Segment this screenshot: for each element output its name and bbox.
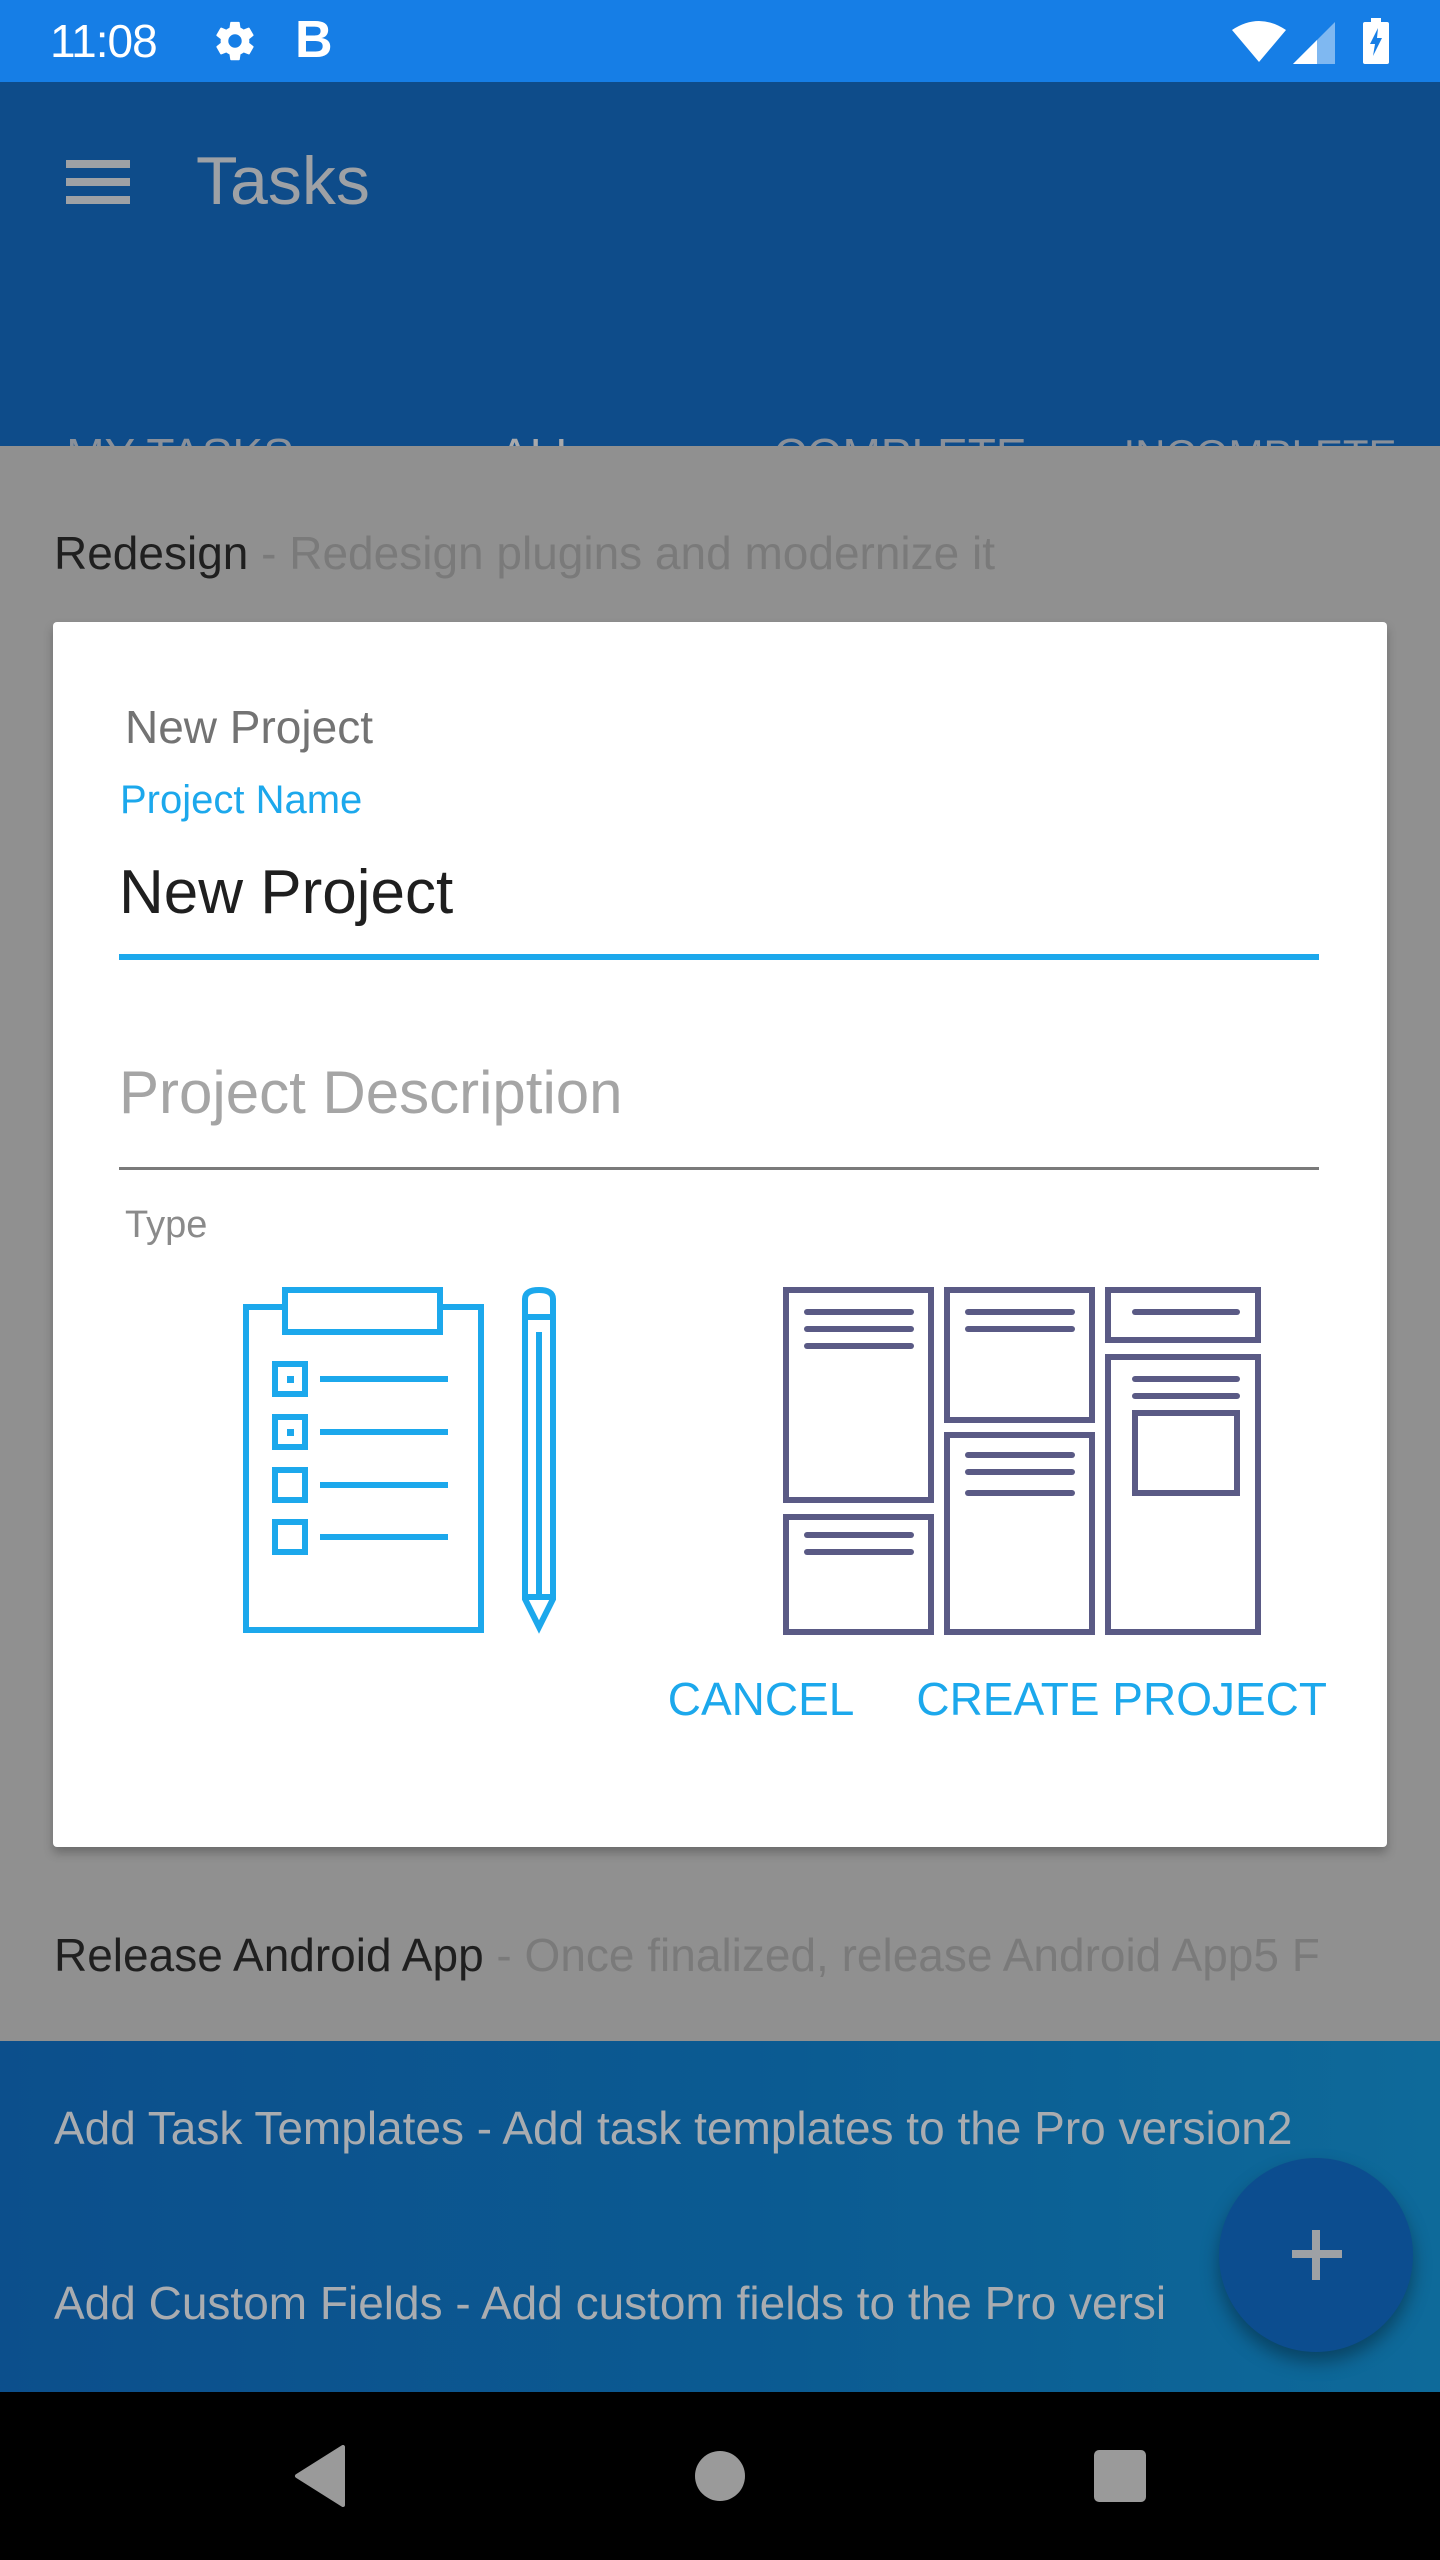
task-separator: - <box>483 1929 525 1981</box>
gear-icon <box>216 21 254 61</box>
clipboard-checklist-icon <box>243 1286 556 1634</box>
status-time: 11:08 <box>50 15 158 67</box>
task-title: Release Android App <box>54 1929 484 1981</box>
home-circle-icon <box>695 2451 745 2501</box>
new-project-dialog: New Project Project Name Type <box>53 622 1387 1847</box>
task-item[interactable]: Release Android App - Once finalized, re… <box>54 1928 1394 1982</box>
promo-section: Add Task Templates - Add task templates … <box>0 2041 1440 2392</box>
project-description-underline <box>119 1167 1319 1170</box>
project-name-underline <box>119 954 1319 960</box>
app-toolbar: Tasks MY TASKS ALL COMPLETE INCOMPLETE <box>0 82 1440 528</box>
kanban-board-icon <box>783 1287 1261 1635</box>
status-bar: 11:08 B <box>0 0 1440 82</box>
nav-recents-button[interactable] <box>1040 2392 1200 2560</box>
back-triangle-icon <box>295 2445 345 2507</box>
type-option-board[interactable] <box>783 1287 1263 1637</box>
signal-icon <box>1293 22 1335 64</box>
notification-b-icon: B <box>295 11 333 69</box>
project-name-label: Project Name <box>120 778 363 822</box>
dialog-title: New Project <box>125 701 373 753</box>
create-project-button[interactable]: CREATE PROJECT <box>916 1672 1327 1726</box>
cancel-button[interactable]: CANCEL <box>668 1672 855 1726</box>
system-nav-bar <box>0 2392 1440 2560</box>
promo-task-item[interactable]: Add Task Templates - Add task templates … <box>54 2101 1292 2155</box>
nav-home-button[interactable] <box>640 2392 800 2560</box>
recents-square-icon <box>1094 2450 1146 2502</box>
task-separator: - <box>248 527 290 579</box>
task-item[interactable]: Redesign - Redesign plugins and moderniz… <box>54 526 995 580</box>
project-name-input[interactable] <box>119 842 1319 942</box>
task-description: Once finalized, release Android App5 F <box>524 1929 1320 1981</box>
type-label: Type <box>125 1204 208 1246</box>
task-description: Redesign plugins and modernize it <box>289 527 996 579</box>
task-title: Redesign <box>54 527 249 579</box>
menu-icon[interactable] <box>66 160 130 208</box>
wifi-icon <box>1232 21 1286 62</box>
project-description-input[interactable] <box>119 1042 1319 1142</box>
type-option-checklist[interactable] <box>243 1286 583 1637</box>
toolbar-title: Tasks <box>196 143 370 219</box>
battery-charging-icon <box>1363 18 1389 64</box>
add-fab-button[interactable] <box>1219 2158 1413 2352</box>
dialog-actions: CANCEL CREATE PROJECT <box>668 1672 1327 1726</box>
nav-back-button[interactable] <box>240 2392 400 2560</box>
promo-task-item[interactable]: Add Custom Fields - Add custom fields to… <box>54 2276 1254 2330</box>
